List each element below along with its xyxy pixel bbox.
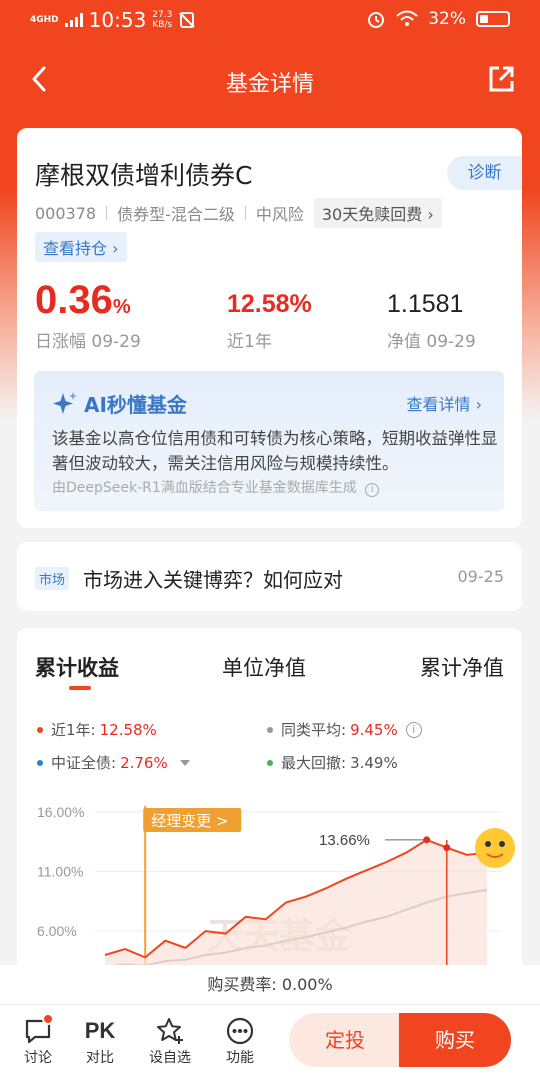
notification-dot — [42, 1013, 54, 1025]
tab-cumulative-nav[interactable]: 累计净值 — [420, 652, 504, 682]
series-area — [105, 839, 487, 968]
fund-meta: 000378 债券型-混合二级 中风险 30天免赎回费 › — [35, 198, 442, 228]
ai-title: AI秒懂基金 — [52, 389, 187, 418]
fee-tag[interactable]: 30天免赎回费 › — [313, 198, 442, 228]
signal-icon — [64, 13, 83, 27]
ai-more-link[interactable]: 查看详情 › — [407, 391, 483, 415]
y-tick-label: 11.00% — [37, 864, 83, 880]
legend-peer: 同类平均: 9.45% i — [267, 719, 422, 740]
manager-change-label: 经理变更 > — [151, 812, 228, 830]
page-title: 基金详情 — [225, 72, 314, 97]
news-date: 09-25 — [457, 567, 505, 586]
watchlist-button[interactable]: 设自选 — [145, 1015, 195, 1067]
info-icon[interactable]: i — [405, 721, 422, 738]
legend-drawdown: 最大回撤: 3.49% — [267, 752, 398, 773]
y-tick-label: 16.00% — [37, 804, 84, 820]
chart-tabs: 累计收益 单位净值 累计净值 — [17, 652, 522, 692]
mascot-icon — [475, 828, 515, 868]
daily-change-label: 日涨幅 09-29 — [35, 332, 141, 352]
news-tag: 市场 — [35, 567, 70, 590]
nav-bar: 基金详情 — [0, 50, 540, 110]
divider — [244, 206, 246, 220]
network-type: 4GHD — [30, 14, 59, 25]
peak-label: 13.66% — [319, 832, 370, 849]
view-holdings-button[interactable]: 查看持仓 › — [35, 232, 127, 262]
ai-summary-box[interactable]: AI秒懂基金 查看详情 › 该基金以高仓位信用债和可转债为核心策略，短期收益弹性… — [34, 371, 504, 511]
y-tick-label: 6.00% — [37, 923, 77, 939]
alarm-icon — [368, 12, 385, 28]
daily-change-unit: % — [112, 296, 131, 318]
fund-code: 000378 — [35, 203, 97, 223]
sparkle-icon — [53, 391, 77, 414]
no-sim-icon — [179, 12, 196, 28]
network-speed: 27.3 KB/s — [152, 10, 173, 30]
compare-button[interactable]: PK 对比 — [75, 1015, 125, 1067]
pk-icon: PK — [84, 1018, 116, 1043]
return-chart[interactable]: 16.00%11.00%6.00%天天基金经理变更 >13.66% — [17, 788, 522, 968]
wifi-icon — [396, 10, 418, 26]
legend-year: 近1年: 12.58% — [37, 719, 157, 740]
purchase-fee: 购买费率: 0.00% — [0, 965, 540, 1005]
fund-category: 债券型-混合二级 — [117, 205, 235, 224]
year-return-value: 12.58% — [227, 290, 312, 318]
year-return-label: 近1年 — [227, 332, 272, 352]
battery-percent: 32% — [428, 9, 466, 29]
divider — [106, 206, 108, 220]
share-icon[interactable] — [486, 64, 516, 94]
fund-risk: 中风险 — [255, 205, 304, 224]
nav-value: 1.1581 — [387, 290, 464, 318]
info-icon[interactable]: i — [365, 483, 380, 497]
bottom-action-bar: 讨论 PK 对比 设自选 功能 定投 购买 — [0, 1005, 540, 1077]
ai-summary-text: 该基金以高仓位信用债和可转债为核心策略，短期收益弹性显著但波动较大，需关注信用风… — [52, 429, 498, 473]
status-bar: 4GHD 10:53 27.3 KB/s 32% — [0, 0, 540, 42]
mascot-eye — [485, 841, 491, 847]
drawdown-point — [443, 844, 451, 852]
functions-button[interactable]: 功能 — [215, 1015, 265, 1067]
dropdown-icon — [179, 759, 190, 766]
news-title: 市场进入关键博弈？如何应对 — [83, 568, 343, 592]
discuss-button[interactable]: 讨论 — [13, 1013, 63, 1067]
daily-change-stat: 0.36% 日涨幅 09-29 — [35, 278, 141, 352]
legend-index[interactable]: 中证全债: 2.76% — [37, 752, 190, 773]
sip-button[interactable]: 定投 — [289, 1013, 401, 1067]
news-item[interactable]: 市场 市场进入关键博弈？如何应对 09-25 — [17, 542, 522, 611]
nav-stat: 1.1581 净值 09-29 — [387, 290, 476, 352]
fund-name: 摩根双债增利债券C — [35, 161, 253, 190]
clock: 10:53 — [88, 8, 147, 32]
nav-label: 净值 09-29 — [387, 332, 476, 352]
tab-cumulative-return[interactable]: 累计收益 — [35, 652, 119, 682]
more-icon — [226, 1017, 254, 1045]
diagnose-button[interactable]: 诊断 — [447, 156, 522, 190]
star-plus-icon — [157, 1018, 183, 1044]
buy-button[interactable]: 购买 — [399, 1013, 511, 1067]
tab-unit-nav[interactable]: 单位净值 — [222, 652, 306, 682]
mascot-eye — [499, 841, 505, 847]
battery-icon — [476, 11, 510, 27]
fund-summary-card: 摩根双债增利债券C 诊断 000378 债券型-混合二级 中风险 30天免赎回费… — [17, 128, 522, 528]
peak-point — [423, 836, 431, 844]
ai-source: 由DeepSeek-R1满血版结合专业基金数据库生成 i — [52, 477, 380, 497]
active-tab-indicator — [69, 686, 91, 690]
year-return-stat: 12.58% 近1年 — [227, 290, 312, 352]
daily-change-value: 0.36 — [35, 278, 113, 322]
